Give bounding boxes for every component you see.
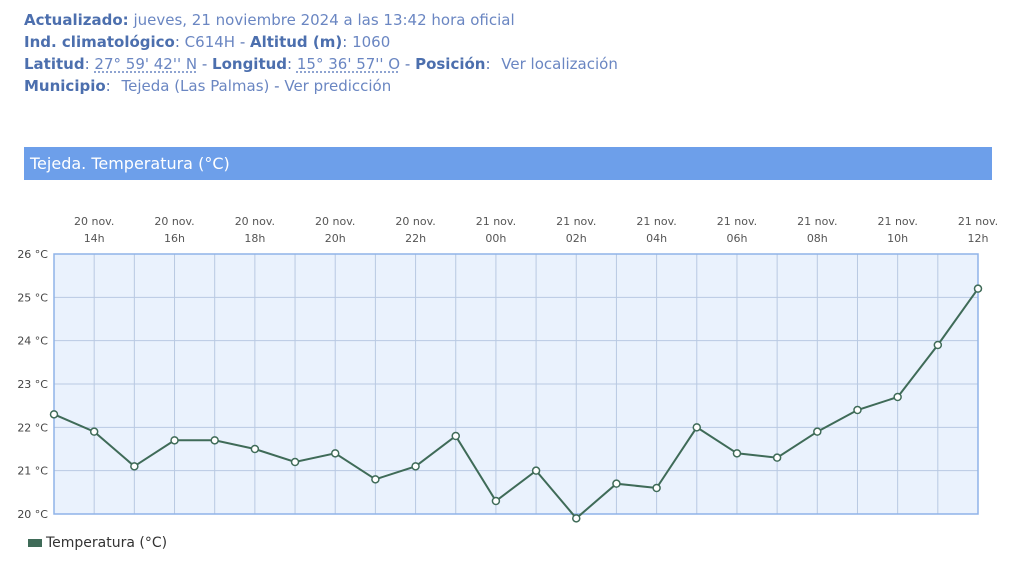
temperature-chart: 26 °C 25 °C 24 °C 23 °C 22 °C 21 °C 20 °C 20 no… — [17, 215, 998, 523]
data-point — [572, 514, 581, 523]
x-tick-hour: 20h — [325, 232, 346, 245]
municipality-row: Municipio: Tejeda (Las Palmas) - Ver pre… — [24, 77, 392, 95]
updated-row: Actualizado: jueves, 21 noviembre 2024 a… — [24, 9, 618, 31]
updated-label: Actualizado: — [24, 11, 129, 29]
altitude-value: 1060 — [352, 33, 391, 51]
data-point — [973, 284, 983, 293]
x-tick-date: 21 nov. — [556, 215, 596, 228]
data-point — [853, 405, 862, 415]
climate-label: Ind. climatológico — [24, 33, 175, 51]
climate-row: Ind. climatológico: C614H - Altitud (m):… — [24, 33, 391, 51]
data-point — [89, 427, 99, 436]
x-tick-hour: 14h — [84, 232, 105, 245]
x-tick-date: 21 nov. — [717, 215, 757, 228]
x-tick-date: 21 nov. — [636, 215, 676, 228]
y-tick-label: 22 °C — [17, 421, 48, 434]
data-point — [813, 427, 822, 436]
y-tick-label: 24 °C — [17, 335, 48, 348]
updated-value: jueves, 21 noviembre 2024 a las 13:42 ho… — [133, 11, 515, 29]
data-point — [250, 444, 260, 454]
data-point — [893, 392, 902, 402]
data-point — [652, 483, 661, 493]
chart-legend[interactable]: Temperatura (°C) — [28, 535, 167, 551]
data-point — [732, 449, 742, 458]
legend-swatch — [28, 539, 42, 547]
data-point — [612, 479, 621, 488]
municipality-value: Tejeda (Las Palmas) — [121, 77, 270, 95]
climate-value: C614H — [184, 33, 236, 51]
station-info: Actualizado: jueves, 21 noviembre 2024 a… — [24, 9, 618, 97]
longitude-value: 15° 36' 57'' O — [296, 55, 401, 73]
municipality-label: Municipio — [24, 77, 106, 95]
y-tick-label: 21 °C — [17, 465, 48, 478]
data-point — [411, 462, 420, 471]
x-tick-date: 21 nov. — [877, 215, 917, 228]
data-point — [330, 449, 340, 458]
data-point — [772, 453, 782, 462]
data-point — [290, 457, 300, 467]
coords-row: Latitud: 27° 59' 42'' N - Longitud: 15° … — [24, 55, 618, 73]
x-tick-hour: 22h — [405, 232, 426, 245]
x-tick-hour: 10h — [887, 232, 908, 245]
x-tick-hour: 06h — [726, 232, 747, 245]
y-tick-label: 20 °C — [17, 508, 48, 521]
x-tick-date: 21 nov. — [476, 215, 516, 228]
data-point — [210, 436, 219, 445]
x-tick-hour: 00h — [485, 232, 506, 245]
data-point — [130, 462, 139, 471]
longitude-label: Longitud — [212, 55, 288, 73]
x-tick-date: 20 nov. — [395, 215, 435, 228]
data-point — [531, 466, 541, 475]
y-tick-label: 23 °C — [17, 378, 48, 391]
x-tick-hour: 16h — [164, 232, 185, 245]
x-tick-date: 20 nov. — [154, 215, 194, 228]
chart-title-banner: Tejeda. Temperatura (°C) — [24, 147, 992, 180]
x-tick-date: 21 nov. — [797, 215, 837, 228]
latitude-label: Latitud — [24, 55, 85, 73]
x-tick-hour: 04h — [646, 232, 667, 245]
x-tick-date: 20 nov. — [74, 215, 114, 228]
x-tick-date: 21 nov. — [958, 215, 998, 228]
data-point — [170, 436, 179, 445]
data-point — [371, 475, 380, 484]
legend-label: Temperatura (°C) — [46, 535, 168, 551]
y-tick-label: 26 °C — [17, 248, 48, 261]
data-point — [933, 340, 943, 350]
x-tick-hour: 12h — [968, 232, 989, 245]
forecast-link[interactable]: Ver predicción — [284, 77, 391, 95]
data-point — [49, 410, 59, 419]
data-point — [491, 496, 501, 506]
x-tick-hour: 08h — [807, 232, 828, 245]
data-point — [692, 423, 702, 432]
y-tick-label: 25 °C — [17, 291, 48, 304]
position-label: Posición — [415, 55, 486, 73]
x-tick-hour: 02h — [566, 232, 587, 245]
latitude-value: 27° 59' 42'' N — [94, 55, 198, 73]
x-tick-date: 20 nov. — [235, 215, 275, 228]
altitude-label: Altitud (m) — [250, 33, 343, 51]
location-link[interactable]: Ver localización — [501, 55, 618, 73]
x-tick-hour: 18h — [244, 232, 265, 245]
data-point — [451, 431, 460, 441]
x-tick-date: 20 nov. — [315, 215, 355, 228]
